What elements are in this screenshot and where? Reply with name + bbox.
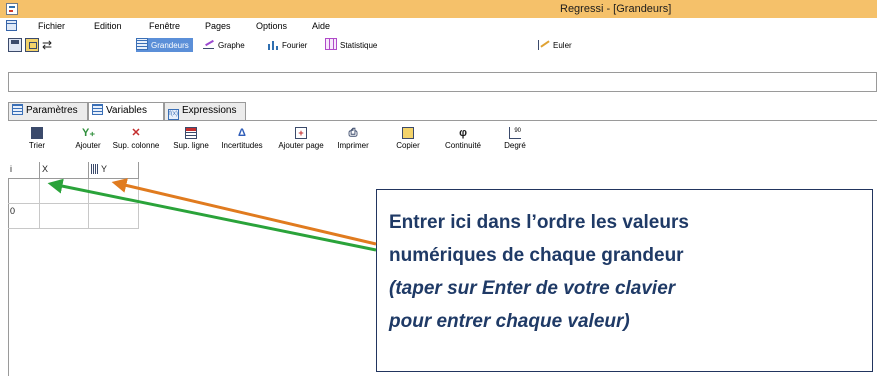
header-y[interactable]: Y [89,162,139,179]
delete-column-icon: ✕ [131,127,141,139]
header-x[interactable]: X [40,162,89,179]
degree-icon: 90 [509,127,521,139]
continuity-label: Continuité [444,141,482,150]
euler-icon [538,38,550,50]
tab-variables[interactable]: Variables [88,102,164,121]
tab-parametres-label: Paramètres [26,105,78,116]
view-label-statistique: Statistique [340,41,378,50]
delete-column-button[interactable]: ✕ Sup. colonne [106,127,166,150]
menu-fichier[interactable]: Fichier [38,21,65,31]
uncertainties-label: Incertitudes [221,141,263,150]
tab-variables-label: Variables [106,105,147,116]
tab-parametres[interactable]: Paramètres [8,102,88,120]
view-button-euler[interactable]: Euler [538,38,572,52]
view-label-grandeurs: Grandeurs [151,41,189,50]
view-label-fourier: Fourier [282,41,308,50]
print-label: Imprimer [337,141,369,150]
add-page-button[interactable]: + Ajouter page [271,127,331,150]
table-icon [92,104,103,115]
column-marker-icon [91,164,99,174]
menu-options[interactable]: Options [256,21,287,31]
view-button-statistique[interactable]: Statistique [325,38,377,52]
menu-pages[interactable]: Pages [205,21,231,31]
variables-grid: i X Y 0 [8,162,139,229]
arrow-to-y-column [111,178,377,246]
delete-row-label: Sup. ligne [173,141,209,150]
copy-label: Copier [396,141,420,150]
continuity-button[interactable]: φ Continuité [433,127,493,150]
cell-x-0[interactable] [40,204,89,229]
menu-bar: Fichier Edition Fenêtre Pages Options Ai… [0,18,877,34]
delta-icon: Δ [238,127,246,139]
header-index: i [8,162,40,179]
copy-button[interactable]: Copier [378,127,438,150]
save-icon[interactable] [8,38,22,52]
tab-expressions[interactable]: f(x) Expressions [164,102,246,120]
window-title: Regressi - [Grandeurs] [560,3,672,15]
entry-field[interactable] [8,72,877,92]
view-button-grandeurs[interactable]: Grandeurs [136,38,193,52]
row-index-0: 0 [8,204,40,229]
delete-column-label: Sup. colonne [112,141,160,150]
statistics-icon [325,38,337,50]
swap-icon[interactable]: ⇄ [42,38,56,52]
units-cell-y[interactable] [89,179,139,204]
delete-row-icon [185,127,197,139]
tab-expressions-label: Expressions [182,105,237,116]
copy-icon [402,127,414,139]
phi-icon: φ [459,127,467,139]
degree-button[interactable]: 90 Degré [485,127,545,150]
menu-aide[interactable]: Aide [312,21,330,31]
document-menu-icon[interactable] [6,20,17,31]
sort-icon [31,127,43,139]
add-page-label: Ajouter page [278,141,324,150]
units-row-index [8,179,40,204]
header-y-label: Y [101,164,108,174]
view-label-euler: Euler [553,41,572,50]
callout-line-2: numériques de chaque grandeur [389,245,684,266]
callout-line-4: pour entrer chaque valeur) [389,311,630,332]
view-button-fourier[interactable]: Fourier [267,38,307,52]
title-bar: Regressi - [Grandeurs] [0,0,877,18]
view-button-graphe[interactable]: Graphe [203,38,245,52]
main-toolbar: ⇄ Grandeurs Graphe Fourier Statistique E… [0,34,877,56]
formula-icon: f(x) [168,109,179,120]
fourier-icon [267,38,279,50]
menu-edition[interactable]: Edition [94,21,122,31]
open-icon[interactable] [25,38,39,52]
units-cell-x[interactable] [40,179,89,204]
instruction-callout: Entrer ici dans l’ordre les valeurs numé… [376,189,873,372]
graph-icon [203,38,215,50]
menu-fenetre[interactable]: Fenêtre [149,21,180,31]
callout-line-1: Entrer ici dans l’ordre les valeurs [389,212,689,233]
add-page-icon: + [295,127,307,139]
callout-line-3: (taper sur Enter de votre clavier [389,278,676,299]
uncertainties-button[interactable]: Δ Incertitudes [212,127,272,150]
cell-y-0[interactable] [89,204,139,229]
degree-label: Degré [504,141,526,150]
add-variable-label: Ajouter [75,141,101,150]
print-button[interactable]: ⎙ Imprimer [323,127,383,150]
grid-icon [136,38,148,50]
table-icon [12,104,23,115]
view-label-graphe: Graphe [218,41,245,50]
variables-toolbar: Trier Y₊ Ajouter ✕ Sup. colonne Sup. lig… [8,120,877,162]
sort-label: Trier [28,141,46,150]
add-variable-icon: Y₊ [82,127,96,139]
app-icon[interactable] [6,3,18,15]
printer-icon: ⎙ [348,127,358,139]
